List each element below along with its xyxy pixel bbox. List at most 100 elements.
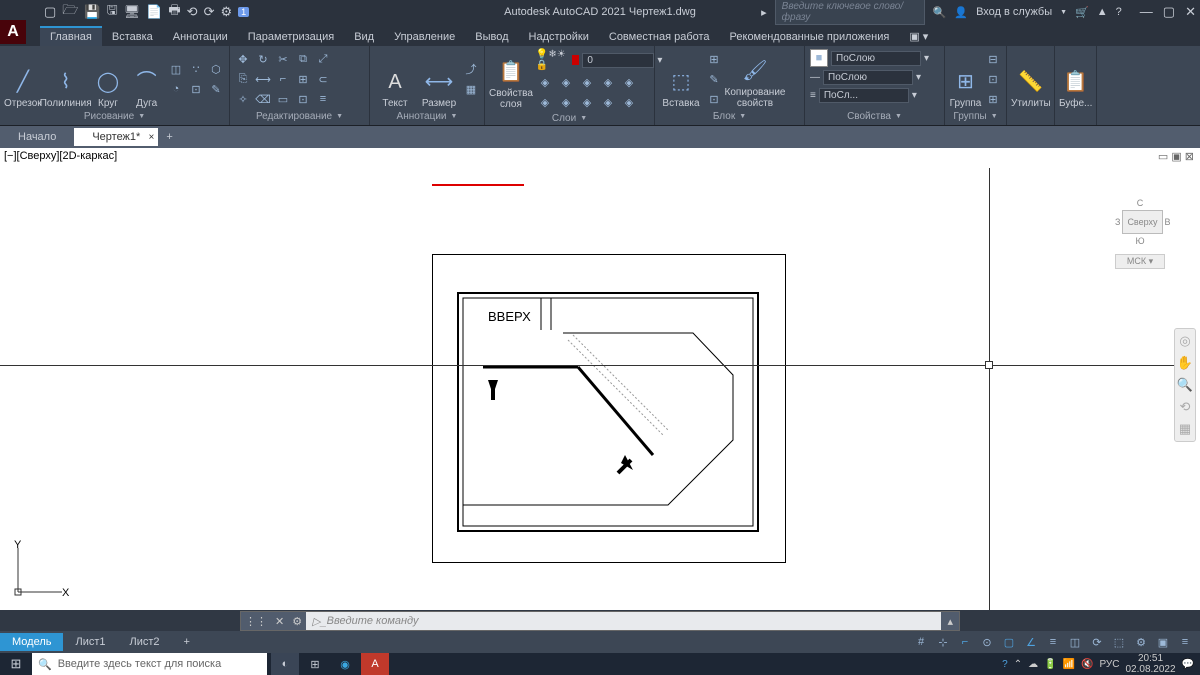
panel-modify-title[interactable]: Редактирование▼ [234, 110, 365, 123]
insert-block-button[interactable]: ⬚Вставка [659, 49, 703, 109]
cmd-custom-icon[interactable]: ⚙ [288, 615, 306, 628]
draw-tool-4[interactable]: ◔ [167, 80, 185, 98]
panel-draw-title[interactable]: Рисование▼ [4, 110, 225, 123]
draw-tool-2[interactable]: ∵ [187, 60, 205, 78]
mod-15[interactable]: ≡ [314, 90, 332, 108]
panel-annot-title[interactable]: Аннотации▼ [374, 110, 480, 123]
circle-button[interactable]: ◯Круг [90, 49, 127, 109]
fillet-icon[interactable]: ⌐ [274, 70, 292, 88]
move-icon[interactable]: ✥ [234, 50, 252, 68]
table-icon[interactable]: ▦ [462, 80, 480, 98]
trim-icon[interactable]: ✂ [274, 50, 292, 68]
draw-tool-1[interactable]: ◫ [167, 60, 185, 78]
panel-layers-title[interactable]: Слои▼ [489, 112, 650, 125]
drawing-canvas[interactable]: [−][Сверху][2D-каркас] ▭ ▣ ⊠ ВВЕРХ С [0, 148, 1200, 610]
nav-zoom-icon[interactable]: 🔍 [1177, 377, 1193, 393]
cycle-toggle[interactable]: ⟳ [1088, 633, 1106, 651]
viewcube-south[interactable]: Ю [1115, 236, 1165, 246]
tab-manage[interactable]: Управление [384, 28, 465, 46]
line-button[interactable]: ╱Отрезок [4, 49, 42, 109]
clock[interactable]: 20:51 02.08.2022 [1125, 653, 1175, 675]
volume-icon[interactable]: 🔇 [1081, 659, 1093, 670]
tab-output[interactable]: Вывод [465, 28, 518, 46]
cart-icon[interactable]: 🛒 [1075, 6, 1089, 19]
edge-icon[interactable]: ◉ [331, 653, 359, 675]
viewcube-top-face[interactable]: Сверху [1122, 210, 1162, 234]
autodesk-icon[interactable]: ▲ [1097, 6, 1108, 18]
qat-plot-icon[interactable]: 🖥 [124, 4, 141, 20]
qat-publish-icon[interactable]: 📄 [146, 4, 162, 20]
linetype-select[interactable]: ПоСл... [819, 88, 909, 103]
red-line-object[interactable] [432, 184, 524, 186]
qat-print-icon[interactable]: 🖶 [168, 1, 180, 23]
layer-t2[interactable]: ◈ [557, 73, 575, 91]
qat-undo-icon[interactable]: ⟲ [187, 4, 198, 20]
mod-13[interactable]: ▭ [274, 90, 292, 108]
block-create-icon[interactable]: ⊞ [705, 50, 723, 68]
model-tab[interactable]: Модель [0, 633, 63, 651]
leader-icon[interactable]: ⤴ [462, 60, 480, 78]
explode-icon[interactable]: ✧ [234, 90, 252, 108]
layer-b5[interactable]: ◈ [620, 93, 638, 111]
tab-insert[interactable]: Вставка [102, 28, 163, 46]
user-icon[interactable]: 👤 [954, 6, 968, 19]
arc-button[interactable]: ⌒Дуга [128, 49, 165, 109]
group-button[interactable]: ⊞Группа [949, 49, 982, 109]
maximize-button[interactable]: ▢ [1163, 4, 1175, 20]
qat-open-icon[interactable]: 🗁 [62, 1, 78, 23]
layout1-tab[interactable]: Лист1 [63, 633, 117, 651]
close-button[interactable]: ✕ [1185, 4, 1196, 20]
layer-t4[interactable]: ◈ [599, 73, 617, 91]
start-button[interactable]: ⊞ [0, 653, 32, 675]
help-tray-icon[interactable]: ? [1002, 659, 1008, 670]
draw-tool-6[interactable]: ✎ [207, 80, 225, 98]
panel-props-title[interactable]: Свойства▼ [809, 110, 940, 123]
cmd-history-icon[interactable]: ▴ [941, 615, 959, 628]
notifications-icon[interactable]: 💬 [1182, 659, 1194, 670]
command-input[interactable]: ▷_ Введите команду [306, 612, 941, 630]
copy-icon[interactable]: ⎘ [234, 70, 252, 88]
add-layout-button[interactable]: + [172, 633, 202, 651]
match-properties-button[interactable]: 🖌Копирование свойств [725, 49, 785, 109]
viewport-label[interactable]: [−][Сверху][2D-каркас] [4, 150, 117, 162]
viewport-controls[interactable]: ▭ ▣ ⊠ [1158, 150, 1194, 163]
layout2-tab[interactable]: Лист2 [118, 633, 172, 651]
cmd-close-icon[interactable]: ✕ [271, 615, 288, 628]
ortho-toggle[interactable]: ⌐ [956, 633, 974, 651]
qat-new-icon[interactable]: ▢ [44, 4, 56, 20]
taskview-icon[interactable]: ⊞ [301, 653, 329, 675]
nav-pan-icon[interactable]: ✋ [1177, 355, 1193, 371]
layer-b4[interactable]: ◈ [599, 93, 617, 111]
block-edit-icon[interactable]: ✎ [705, 70, 723, 88]
clean-toggle[interactable]: ▣ [1154, 633, 1172, 651]
scale-icon[interactable]: ⤢ [314, 50, 332, 68]
command-line[interactable]: ⋮⋮ ✕ ⚙ ▷_ Введите команду ▴ [240, 611, 960, 631]
signin-label[interactable]: Вход в службы [976, 6, 1052, 18]
viewcube-wcs[interactable]: МСК ▾ [1115, 254, 1165, 269]
search-input[interactable]: Введите ключевое слово/фразу [775, 0, 925, 25]
snap-toggle[interactable]: ⊹ [934, 633, 952, 651]
panel-groups-title[interactable]: Группы▼ [949, 110, 1002, 123]
start-tab[interactable]: Начало [0, 128, 74, 146]
dimension-button[interactable]: ⟷Размер [418, 49, 460, 109]
close-tab-icon[interactable]: × [148, 132, 154, 143]
viewcube-west[interactable]: З [1115, 217, 1120, 227]
tab-home[interactable]: Главная [40, 26, 102, 46]
rotate-icon[interactable]: ↻ [254, 50, 272, 68]
nav-wheel-icon[interactable]: ◎ [1179, 333, 1190, 349]
tab-addin[interactable]: Надстройки [519, 28, 599, 46]
viewcube-north[interactable]: С [1115, 198, 1165, 208]
lwt-toggle[interactable]: ≡ [1044, 633, 1062, 651]
tab-extra[interactable]: ▣ ▾ [899, 27, 938, 46]
mod-14[interactable]: ⊡ [294, 90, 312, 108]
viewcube-east[interactable]: В [1165, 217, 1171, 227]
grp-2[interactable]: ⊡ [984, 70, 1002, 88]
windows-search[interactable]: 🔍 Введите здесь текст для поиска [32, 653, 267, 675]
qat-redo-icon[interactable]: ⟳ [204, 4, 215, 20]
cortana-icon[interactable]: ◐ [271, 653, 299, 675]
grp-1[interactable]: ⊟ [984, 50, 1002, 68]
stretch-icon[interactable]: ⟷ [254, 70, 272, 88]
osnap-toggle[interactable]: ▢ [1000, 633, 1018, 651]
lang-indicator[interactable]: РУС [1099, 659, 1119, 670]
utilities-button[interactable]: 📏Утилиты [1011, 49, 1051, 109]
